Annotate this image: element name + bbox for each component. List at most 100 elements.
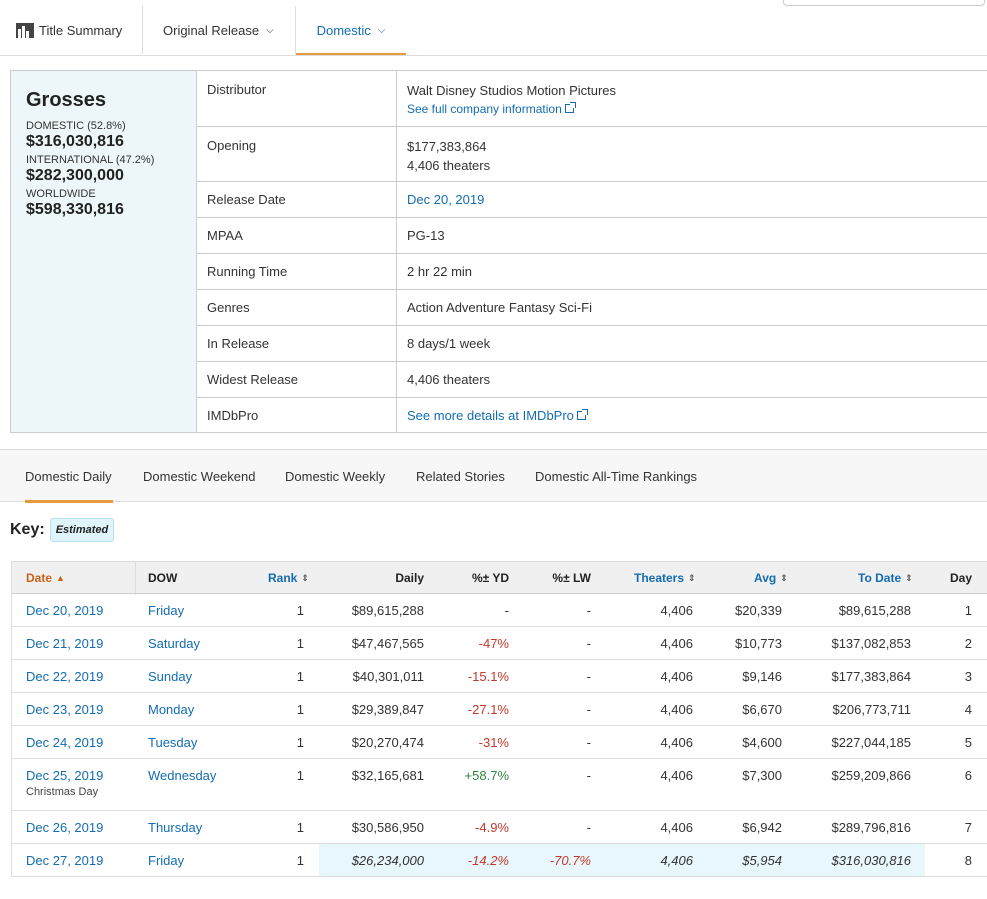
daily-cell: $26,234,000 — [351, 852, 424, 868]
external-link-icon — [576, 409, 588, 420]
table-row: Dec 24, 2019 Tuesday 1 $20,270,474 -31% - 4,40… — [11, 726, 987, 759]
info-label: In Release — [197, 326, 397, 361]
todate-cell: $177,383,864 — [831, 668, 911, 684]
tab-label: Domestic All-Time Rankings — [535, 468, 698, 484]
avg-cell: $4,600 — [742, 734, 782, 750]
sort-rank-header[interactable]: Rank ⇕ — [268, 562, 309, 594]
in-release-value: 8 days/1 week — [407, 336, 491, 351]
info-row-in-release: In Release 8 days/1 week — [197, 326, 987, 362]
tab-related-stories[interactable]: Related Stories — [416, 450, 505, 502]
title-nav: Title Summary Original Release ⌵ Domesti… — [0, 0, 987, 56]
company-info-link[interactable]: See full company information — [407, 100, 616, 119]
sort-icon: ⇕ — [301, 572, 309, 583]
pct-yd-cell: -14.2% — [467, 852, 509, 868]
key-label: Key: — [10, 521, 45, 538]
tab-domestic-daily[interactable]: Domestic Daily — [25, 450, 113, 503]
sort-todate-header[interactable]: To Date ⇕ — [858, 562, 913, 594]
theaters-cell: 4,406 — [660, 701, 693, 717]
date-link[interactable]: Dec 27, 2019 — [26, 844, 103, 876]
tab-label: Domestic Weekly — [285, 468, 386, 484]
table-header: Date ▲ DOW Rank ⇕ Daily %± YD %± LW Theate… — [11, 561, 987, 595]
chevron-down-icon: ⌵ — [266, 24, 274, 36]
sort-up-icon: ▲ — [56, 573, 65, 583]
info-label: IMDbPro — [197, 398, 397, 433]
theaters-cell: 4,406 — [660, 819, 693, 835]
pct-lw-cell: - — [586, 701, 591, 717]
date-link[interactable]: Dec 26, 2019 — [26, 811, 103, 843]
tab-all-time-rankings[interactable]: Domestic All-Time Rankings — [535, 450, 697, 502]
tab-domestic[interactable]: Domestic ⌵ — [296, 6, 406, 55]
dow-link[interactable]: Friday — [148, 594, 184, 626]
dow-link[interactable]: Wednesday — [148, 759, 216, 791]
date-link[interactable]: Dec 21, 2019 — [26, 627, 103, 659]
theaters-cell: 4,406 — [660, 734, 693, 750]
header-label: Day — [949, 571, 972, 585]
pct-lw-cell: - — [586, 668, 591, 684]
pct-yd-cell: -47% — [478, 635, 509, 651]
date-link[interactable]: Dec 23, 2019 — [26, 693, 103, 725]
domestic-gross-value: $316,030,816 — [26, 133, 124, 150]
daily-cell: $40,301,011 — [352, 668, 424, 684]
pct-lw-cell: - — [586, 635, 591, 651]
running-time-value: 2 hr 22 min — [407, 264, 473, 279]
todate-cell: $259,209,866 — [831, 767, 911, 783]
day-cell: 4 — [964, 701, 972, 717]
header-label: Avg — [754, 571, 777, 585]
table-row: Dec 22, 2019 Sunday 1 $40,301,011 -15.1% - 4,4… — [11, 660, 987, 693]
rank-cell: 1 — [296, 635, 304, 651]
sort-icon: ⇕ — [688, 572, 696, 583]
table-row: Dec 26, 2019 Thursday 1 $30,586,950 -4.9% - 4,… — [11, 811, 987, 844]
sort-date-header[interactable]: Date ▲ — [26, 562, 65, 594]
tab-title-summary[interactable]: Title Summary — [16, 6, 143, 54]
tab-label: Domestic Daily — [25, 468, 112, 484]
sort-theaters-header[interactable]: Theaters ⇕ — [634, 562, 696, 594]
dow-link[interactable]: Thursday — [148, 811, 202, 843]
rank-cell: 1 — [296, 852, 304, 868]
pct-yd-cell: -31% — [478, 734, 509, 750]
tab-domestic-weekend[interactable]: Domestic Weekend — [143, 450, 255, 502]
tab-original-release[interactable]: Original Release ⌵ — [163, 6, 296, 54]
header-label: %± YD — [471, 571, 509, 585]
pct-lw-cell: - — [586, 734, 591, 750]
dow-link[interactable]: Monday — [148, 693, 194, 725]
header-label: %± LW — [552, 571, 591, 585]
info-label: Widest Release — [197, 362, 397, 397]
daily-cell: $20,270,474 — [351, 734, 424, 750]
day-cell: 7 — [964, 819, 972, 835]
holiday-label: Christmas Day — [26, 786, 99, 798]
release-date-link[interactable]: Dec 20, 2019 — [407, 190, 484, 209]
info-row-imdbpro: IMDbPro See more details at IMDbPro — [197, 398, 987, 433]
imdbpro-link[interactable]: See more details at IMDbPro — [407, 406, 588, 425]
dow-link[interactable]: Tuesday — [148, 726, 197, 758]
pct-yd-cell: - — [504, 602, 509, 618]
dow-link[interactable]: Saturday — [148, 627, 200, 659]
pct-lw-cell: - — [586, 602, 591, 618]
date-link[interactable]: Dec 20, 2019 — [26, 594, 103, 626]
pct-yd-cell: -4.9% — [475, 819, 509, 835]
pct-yd-cell: -15.1% — [467, 668, 509, 684]
tab-label: Related Stories — [416, 468, 505, 484]
sort-avg-header[interactable]: Avg ⇕ — [754, 562, 788, 594]
date-link[interactable]: Dec 24, 2019 — [26, 726, 103, 758]
dow-link[interactable]: Friday — [148, 844, 184, 876]
header-label: Date — [26, 571, 53, 585]
theaters-cell: 4,406 — [660, 602, 693, 618]
tab-domestic-weekly[interactable]: Domestic Weekly — [285, 450, 385, 502]
avg-cell: $5,954 — [742, 852, 782, 868]
date-link[interactable]: Dec 22, 2019 — [26, 660, 103, 692]
table-row: Dec 27, 2019 Friday 1 $26,234,000 -14.2% -70.… — [11, 844, 987, 877]
summary-table: Grosses DOMESTIC (52.8%) $316,030,816 IN… — [10, 70, 987, 433]
pct-yd-cell: -27.1% — [467, 701, 509, 717]
table-row: Dec 20, 2019 Friday 1 $89,615,288 - - 4,406 $20… — [11, 594, 987, 627]
dow-link[interactable]: Sunday — [148, 660, 192, 692]
search-input[interactable] — [783, 0, 985, 6]
worldwide-gross-label: WORLDWIDE — [26, 188, 96, 200]
todate-cell: $137,082,853 — [831, 635, 911, 651]
pct-lw-cell: -70.7% — [549, 852, 591, 868]
theaters-cell: 4,406 — [660, 767, 693, 783]
dow-header: DOW — [148, 562, 177, 594]
todate-cell: $89,615,288 — [838, 602, 911, 618]
avg-cell: $6,942 — [742, 819, 782, 835]
daily-header: Daily — [331, 562, 424, 594]
legend-key: Key: Estimated — [10, 518, 115, 542]
